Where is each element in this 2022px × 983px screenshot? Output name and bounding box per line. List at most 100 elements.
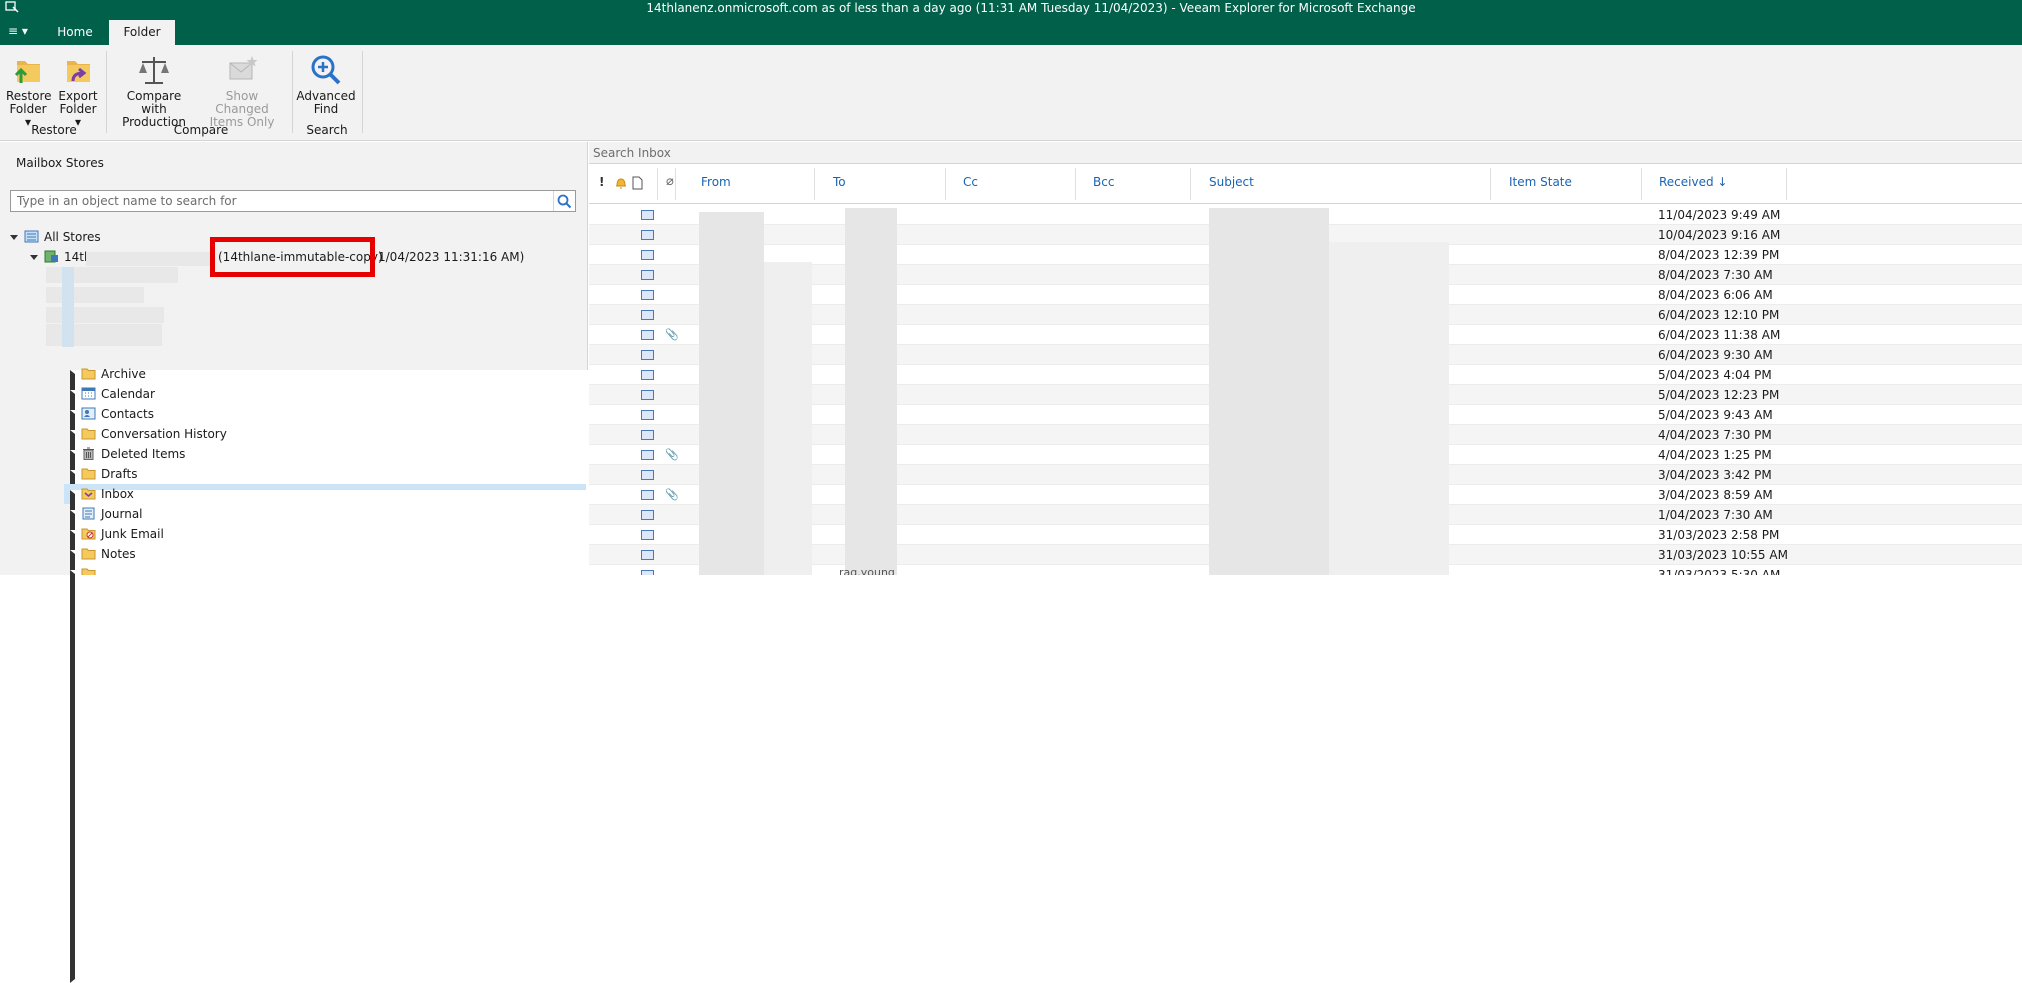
mail-icon xyxy=(641,290,654,300)
tree-label: Conversation History xyxy=(101,427,227,441)
search-inbox-input[interactable]: Search Inbox xyxy=(589,142,2022,164)
attachment-column-icon[interactable]: ⌀ xyxy=(666,174,674,189)
mail-icon xyxy=(641,470,654,480)
tree-label: All Stores xyxy=(44,230,101,244)
folder-icon xyxy=(81,548,96,560)
redacted-subject-column xyxy=(1209,208,1329,575)
tab-folder[interactable]: Folder xyxy=(109,20,175,45)
tree-node-partial[interactable] xyxy=(68,564,588,575)
expand-arrow-icon[interactable] xyxy=(30,255,38,260)
tree-label: Drafts xyxy=(101,467,138,481)
show-changed-items-button[interactable]: Show Changed Items Only xyxy=(200,53,284,129)
column-from[interactable]: From xyxy=(701,175,731,189)
tree-node-contacts[interactable]: Contacts xyxy=(68,404,1503,843)
received-cell: 6/04/2023 9:30 AM xyxy=(1658,348,1773,362)
tree-node-junk-email[interactable]: Junk Email xyxy=(68,524,1503,963)
export-folder-label1: Export xyxy=(58,89,98,103)
main-menu-button[interactable]: ≡ ▾ xyxy=(8,24,30,38)
column-subject[interactable]: Subject xyxy=(1209,175,1254,189)
compare-label1: Compare with xyxy=(126,89,182,116)
export-folder-icon xyxy=(67,61,90,82)
received-cell: 6/04/2023 11:38 AM xyxy=(1658,328,1781,342)
received-cell: 6/04/2023 12:10 PM xyxy=(1658,308,1780,322)
contacts-icon xyxy=(81,407,96,420)
column-divider xyxy=(1075,168,1076,200)
paperclip-icon: 📎 xyxy=(665,448,679,461)
mail-icon xyxy=(641,330,654,340)
tree-node-deleted-items[interactable]: Deleted Items xyxy=(68,444,1503,883)
changed-items-icon xyxy=(229,56,258,80)
export-folder-button[interactable]: Export Folder ▾ xyxy=(56,53,100,129)
expand-arrow-icon[interactable] xyxy=(70,550,1503,983)
column-divider xyxy=(814,168,815,200)
received-cell: 5/04/2023 4:04 PM xyxy=(1658,368,1772,382)
reminder-bell-icon[interactable] xyxy=(615,176,627,190)
column-divider xyxy=(1490,168,1491,200)
redacted-to-column xyxy=(845,208,897,575)
received-cell: 5/04/2023 9:43 AM xyxy=(1658,408,1773,422)
ribbon-tabs: ≡ ▾ Home Folder xyxy=(0,20,400,45)
mail-icon xyxy=(641,350,654,360)
expand-arrow-icon[interactable] xyxy=(70,570,588,575)
folder-icon xyxy=(81,568,96,575)
trash-icon xyxy=(83,447,94,460)
search-button[interactable] xyxy=(553,191,575,211)
mail-icon xyxy=(641,390,654,400)
paperclip-icon: 📎 xyxy=(665,328,679,341)
mail-icon xyxy=(641,510,654,520)
mail-icon xyxy=(641,310,654,320)
group-separator xyxy=(292,51,293,133)
column-received[interactable]: Received ↓ xyxy=(1659,175,1727,189)
tab-home[interactable]: Home xyxy=(46,20,104,45)
junk-folder-icon xyxy=(81,528,96,540)
tree-node-archive[interactable]: Archive xyxy=(68,364,1503,803)
importance-column-icon[interactable]: ! xyxy=(599,175,604,189)
advanced-find-label2: Find xyxy=(313,102,339,116)
received-cell: 31/03/2023 10:55 AM xyxy=(1658,548,1788,562)
tree-label: Calendar xyxy=(101,387,155,401)
magnifier-plus-icon xyxy=(311,55,341,85)
database-icon xyxy=(44,250,58,263)
mailbox-stores-panel: Mailbox Stores All Stores 14th (14thlane… xyxy=(0,142,1503,983)
tree-node-journal[interactable]: Journal xyxy=(68,504,1503,943)
received-cell: 11/04/2023 9:49 AM xyxy=(1658,208,1781,222)
changed-items-label1: Show Changed xyxy=(215,89,269,116)
tree-node-conversation-history[interactable]: Conversation History xyxy=(68,424,1503,863)
tree-node-inbox[interactable]: Inbox xyxy=(64,484,1503,923)
received-cell: 31/03/2023 2:58 PM xyxy=(1658,528,1780,542)
mail-icon xyxy=(641,410,654,420)
group-label-search: Search xyxy=(306,123,348,137)
title-bar: 14thlanenz.onmicrosoft.com as of less th… xyxy=(0,0,2022,45)
group-separator xyxy=(362,51,363,133)
redacted-subject-column xyxy=(1329,242,1449,575)
redacted-from-column xyxy=(699,212,764,575)
column-to[interactable]: To xyxy=(833,175,846,189)
received-cell: 8/04/2023 12:39 PM xyxy=(1658,248,1780,262)
column-item-state[interactable]: Item State xyxy=(1509,175,1572,189)
compare-with-production-button[interactable]: Compare with Production xyxy=(114,53,194,129)
received-cell: 4/04/2023 1:25 PM xyxy=(1658,448,1772,462)
folder-icon xyxy=(81,428,96,440)
mail-icon xyxy=(641,550,654,560)
calendar-icon xyxy=(81,387,96,400)
object-search-input[interactable] xyxy=(11,191,551,211)
paperclip-icon: 📎 xyxy=(665,488,679,501)
column-bcc[interactable]: Bcc xyxy=(1093,175,1114,189)
tree-node-drafts[interactable]: Drafts xyxy=(68,464,1503,903)
column-divider xyxy=(675,168,676,200)
column-cc[interactable]: Cc xyxy=(963,175,978,189)
tree-node-calendar[interactable]: Calendar xyxy=(68,384,1503,823)
tree-node-notes[interactable]: Notes xyxy=(68,544,1503,983)
redacted-from-column xyxy=(764,262,812,575)
expand-arrow-icon[interactable] xyxy=(10,235,18,240)
item-type-column-icon[interactable] xyxy=(632,176,643,190)
object-search-box xyxy=(10,190,576,212)
received-cell: 8/04/2023 6:06 AM xyxy=(1658,288,1773,302)
received-cell: 3/04/2023 3:42 PM xyxy=(1658,468,1772,482)
restore-folder-button[interactable]: Restore Folder ▾ xyxy=(6,53,52,129)
column-divider xyxy=(657,168,658,200)
group-separator xyxy=(106,51,107,133)
advanced-find-button[interactable]: Advanced Find xyxy=(296,53,356,116)
tree-label: Contacts xyxy=(101,407,154,421)
group-label-compare: Compare xyxy=(173,123,229,137)
